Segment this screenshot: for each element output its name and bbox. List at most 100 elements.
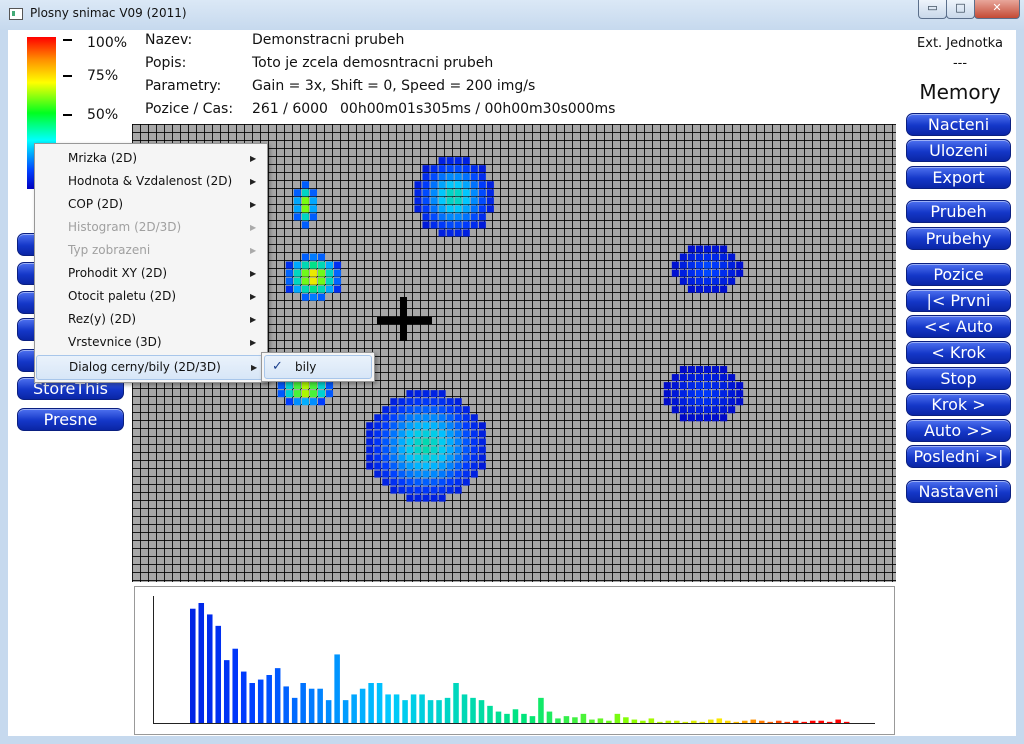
menu-item-hodnota[interactable]: Hodnota & Vzdalenost (2D) ▶ bbox=[36, 170, 266, 193]
pressure-cell bbox=[712, 285, 720, 293]
pressure-cell bbox=[454, 229, 462, 237]
step-forward-button[interactable]: Krok > bbox=[906, 393, 1011, 416]
pressure-cell bbox=[478, 446, 486, 454]
histogram-bar bbox=[325, 700, 332, 723]
pressure-cell bbox=[687, 398, 695, 406]
auto-back-button[interactable]: << Auto bbox=[906, 315, 1011, 338]
pressure-cell bbox=[470, 438, 478, 446]
first-button[interactable]: |< Prvni bbox=[906, 289, 1011, 312]
pressure-cell bbox=[703, 398, 712, 406]
pressure-cell bbox=[486, 189, 494, 197]
pressure-cell bbox=[663, 390, 671, 398]
pressure-cell bbox=[374, 446, 382, 454]
pressure-cell bbox=[326, 277, 334, 285]
pressure-cell bbox=[430, 462, 438, 470]
pressure-cell bbox=[462, 414, 470, 422]
auto-forward-button[interactable]: Auto >> bbox=[906, 419, 1011, 442]
pressure-cell bbox=[317, 269, 326, 277]
maximize-button[interactable]: □ bbox=[946, 0, 975, 19]
prubehy-button[interactable]: Prubehy bbox=[906, 227, 1011, 250]
pressure-cell bbox=[462, 157, 470, 165]
export-button[interactable]: Export bbox=[906, 166, 1011, 189]
pressure-cell bbox=[671, 269, 679, 277]
pressure-cell bbox=[326, 390, 334, 398]
pressure-cell bbox=[454, 189, 462, 197]
pressure-cell bbox=[406, 422, 414, 430]
cas-value: 00h00m01s305ms / 00h00m30s000ms bbox=[340, 101, 616, 117]
pressure-cell bbox=[703, 245, 712, 253]
pressure-cell bbox=[446, 454, 454, 462]
menu-item-histogram: Histogram (2D/3D) ▶ bbox=[36, 216, 266, 239]
pressure-cell bbox=[414, 398, 422, 406]
pressure-cell bbox=[728, 382, 736, 390]
pressure-cell bbox=[406, 470, 414, 478]
submenu-item-label: bily bbox=[295, 360, 317, 374]
palette-tick bbox=[63, 39, 72, 41]
pressure-cell bbox=[478, 462, 486, 470]
submenu-arrow-icon: ▶ bbox=[250, 200, 257, 209]
pressure-cell bbox=[334, 277, 342, 285]
histogram-bar bbox=[419, 694, 425, 723]
pressure-cell bbox=[293, 197, 301, 205]
histogram-bar bbox=[436, 700, 442, 723]
pressure-cell bbox=[720, 285, 728, 293]
pressure-cell bbox=[478, 213, 486, 221]
pressure-cell bbox=[486, 205, 494, 213]
pressure-cell bbox=[454, 197, 462, 205]
pressure-cell bbox=[687, 390, 695, 398]
pressure-cell bbox=[382, 446, 390, 454]
pressure-cell bbox=[454, 181, 462, 189]
pressure-cell bbox=[374, 414, 382, 422]
pressure-cell bbox=[406, 494, 414, 502]
stop-button[interactable]: Stop bbox=[906, 367, 1011, 390]
pressure-cell bbox=[366, 446, 374, 454]
pressure-cell bbox=[301, 197, 309, 205]
pressure-cell bbox=[406, 390, 414, 398]
pressure-cell bbox=[301, 398, 309, 406]
menu-item-mrizka[interactable]: Mrizka (2D) ▶ bbox=[36, 147, 266, 170]
pressure-cell bbox=[470, 181, 478, 189]
pressure-cell bbox=[703, 406, 712, 414]
submenu-item-bily[interactable]: ✓ bily bbox=[264, 355, 372, 379]
pressure-cell bbox=[720, 374, 728, 382]
histogram-bar bbox=[792, 720, 799, 723]
menu-item-rezy[interactable]: Rez(y) (2D) ▶ bbox=[36, 308, 266, 331]
nacteni-button[interactable]: Nacteni bbox=[906, 113, 1011, 136]
pressure-cell bbox=[687, 261, 695, 269]
ulozeni-button[interactable]: Ulozeni bbox=[906, 139, 1011, 162]
prubeh-button[interactable]: Prubeh bbox=[906, 200, 1011, 223]
menu-item-vrstevnice[interactable]: Vrstevnice (3D) ▶ bbox=[36, 331, 266, 354]
pressure-cell bbox=[470, 189, 478, 197]
menu-item-dialog-cerny-bily[interactable]: Dialog cerny/bily (2D/3D) ▶ bbox=[36, 355, 266, 380]
menu-item-prohodit-xy[interactable]: Prohodit XY (2D) ▶ bbox=[36, 262, 266, 285]
pressure-cell bbox=[366, 454, 374, 462]
pressure-cell bbox=[687, 269, 695, 277]
pozice-button[interactable]: Pozice bbox=[906, 263, 1011, 286]
pressure-cell bbox=[398, 462, 406, 470]
pressure-cell bbox=[679, 366, 687, 374]
title-bar[interactable]: Plosny snimac V09 (2011) ▭ □ ✕ bbox=[0, 0, 1024, 31]
step-back-button[interactable]: < Krok bbox=[906, 341, 1011, 364]
pressure-cell bbox=[454, 205, 462, 213]
palette-label-50: 50% bbox=[87, 107, 119, 123]
histogram-bar bbox=[750, 719, 757, 723]
palette-tick bbox=[63, 114, 72, 116]
nastaveni-button[interactable]: Nastaveni bbox=[906, 480, 1011, 503]
pressure-cell bbox=[293, 398, 301, 406]
pressure-cell bbox=[462, 181, 470, 189]
pressure-cell bbox=[712, 277, 720, 285]
menu-item-cop[interactable]: COP (2D) ▶ bbox=[36, 193, 266, 216]
close-button[interactable]: ✕ bbox=[974, 0, 1020, 19]
pressure-cell bbox=[414, 478, 422, 486]
pressure-cell bbox=[277, 382, 285, 390]
menu-item-typ-zobrazeni: Typ zobrazeni ▶ bbox=[36, 239, 266, 262]
pressure-cell bbox=[687, 366, 695, 374]
pressure-cell bbox=[695, 406, 703, 414]
pressure-cell bbox=[736, 398, 744, 406]
presne-button[interactable]: Presne bbox=[17, 408, 124, 431]
minimize-button[interactable]: ▭ bbox=[918, 0, 947, 19]
menu-item-otocit-paletu[interactable]: Otocit paletu (2D) ▶ bbox=[36, 285, 266, 308]
histogram-bar bbox=[606, 720, 612, 723]
pressure-cell bbox=[438, 213, 446, 221]
last-button[interactable]: Posledni >| bbox=[906, 445, 1011, 468]
